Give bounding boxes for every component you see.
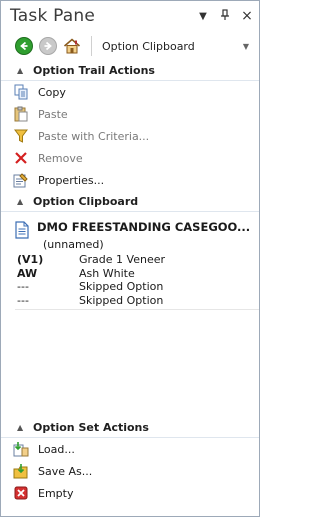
option-set-actions-panel: ▲ Option Set Actions Load... Save As... … [1, 418, 259, 504]
section-title: Option Set Actions [33, 421, 149, 434]
home-button[interactable] [63, 38, 81, 54]
paste-icon [13, 106, 29, 122]
action-label: Empty [38, 486, 74, 500]
section-title: Option Trail Actions [33, 64, 155, 77]
option-description: Grade 1 Veneer [79, 253, 165, 267]
toolbar-divider [91, 36, 92, 56]
clipboard-item-subtitle: (unnamed) [43, 238, 104, 251]
remove-action[interactable]: Remove [1, 147, 259, 169]
option-row: AW Ash White [15, 267, 259, 281]
nav-toolbar: Option Clipboard ▼ [1, 31, 259, 61]
back-arrow-icon [20, 41, 28, 51]
option-row: (V1) Grade 1 Veneer [15, 253, 259, 267]
document-icon [15, 221, 29, 239]
collapse-chevron-icon: ▲ [17, 423, 24, 432]
pane-title: Task Pane [10, 6, 96, 26]
pane-menu-dropdown-icon[interactable]: ▼ [195, 11, 211, 22]
load-action[interactable]: Load... [1, 438, 259, 460]
action-label: Copy [38, 85, 66, 99]
section-header-option-trail-actions[interactable]: ▲ Option Trail Actions [1, 61, 259, 81]
properties-action[interactable]: Properties... [1, 169, 259, 191]
forward-arrow-icon [44, 41, 52, 51]
chevron-down-icon: ▼ [242, 41, 249, 51]
empty-icon [13, 485, 29, 501]
option-code: (V1) [17, 253, 44, 267]
action-label: Save As... [38, 464, 93, 478]
pin-icon[interactable] [217, 8, 233, 24]
pane-selector-value: Option Clipboard [102, 39, 195, 53]
close-icon[interactable]: × [239, 8, 255, 24]
clipboard-item-name: DMO FREESTANDING CASEGOO... [37, 220, 251, 234]
action-label: Remove [38, 151, 83, 165]
option-row: --- Skipped Option [15, 294, 259, 308]
copy-action[interactable]: Copy [1, 81, 259, 103]
paste-action[interactable]: Paste [1, 103, 259, 125]
option-description: Skipped Option [79, 293, 164, 307]
back-button[interactable] [15, 37, 33, 55]
option-description: Ash White [79, 266, 135, 280]
load-icon [13, 441, 29, 457]
remove-icon [13, 150, 29, 166]
option-code: AW [17, 266, 38, 280]
option-code: --- [17, 280, 29, 294]
section-header-option-set-actions[interactable]: ▲ Option Set Actions [1, 418, 259, 438]
clipboard-divider [15, 309, 259, 310]
action-label: Paste [38, 107, 68, 121]
copy-icon [13, 84, 29, 100]
section-title: Option Clipboard [33, 195, 139, 208]
collapse-chevron-icon: ▲ [17, 197, 24, 206]
option-description: Skipped Option [79, 280, 164, 294]
forward-button[interactable] [39, 37, 57, 55]
action-label: Load... [38, 442, 75, 456]
empty-action[interactable]: Empty [1, 482, 259, 504]
option-row: --- Skipped Option [15, 280, 259, 294]
collapse-chevron-icon: ▲ [17, 66, 24, 75]
clipboard-item[interactable]: DMO FREESTANDING CASEGOO... (unnamed) (V… [1, 212, 259, 307]
section-header-option-clipboard[interactable]: ▲ Option Clipboard [1, 192, 259, 212]
save-as-icon [13, 463, 29, 479]
paste-criteria-icon [13, 128, 29, 144]
task-pane: Task Pane ▼ × Option Clipboard ▼ ▲ Optio… [0, 0, 260, 517]
pane-selector-dropdown[interactable]: Option Clipboard ▼ [98, 36, 259, 56]
paste-with-criteria-action[interactable]: Paste with Criteria... [1, 125, 259, 147]
action-label: Paste with Criteria... [38, 129, 150, 143]
option-code: --- [17, 293, 29, 307]
properties-icon [13, 172, 29, 188]
action-label: Properties... [38, 173, 105, 187]
save-as-action[interactable]: Save As... [1, 460, 259, 482]
home-icon [63, 38, 81, 54]
title-bar: Task Pane ▼ × [1, 1, 259, 31]
